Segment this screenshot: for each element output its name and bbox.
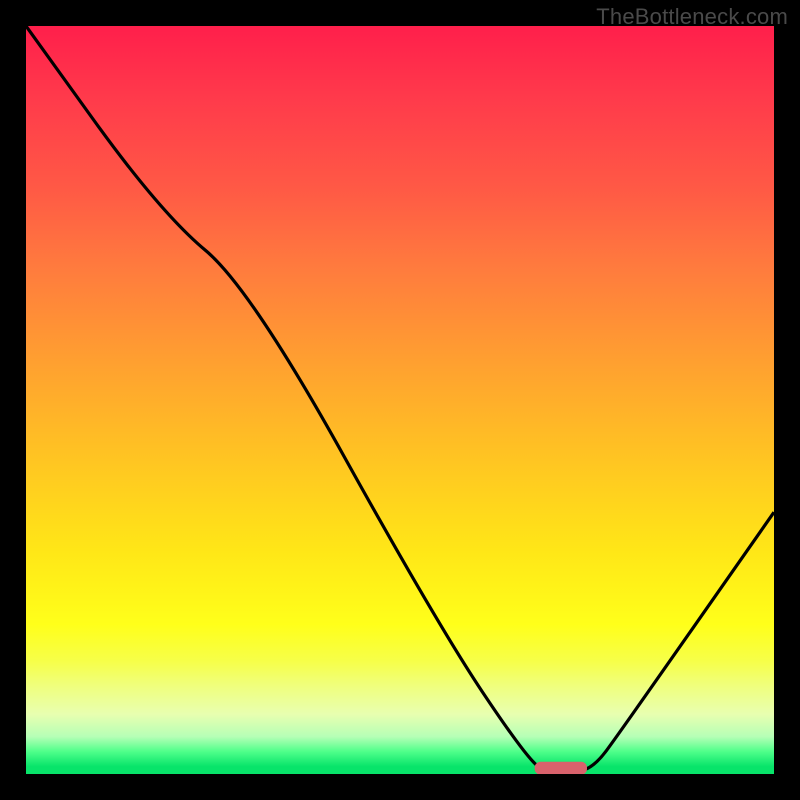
plot-area bbox=[26, 26, 774, 774]
optimal-marker bbox=[535, 762, 587, 774]
curve-overlay bbox=[26, 26, 774, 774]
chart-frame: TheBottleneck.com bbox=[0, 0, 800, 800]
bottleneck-curve-path bbox=[26, 26, 774, 774]
